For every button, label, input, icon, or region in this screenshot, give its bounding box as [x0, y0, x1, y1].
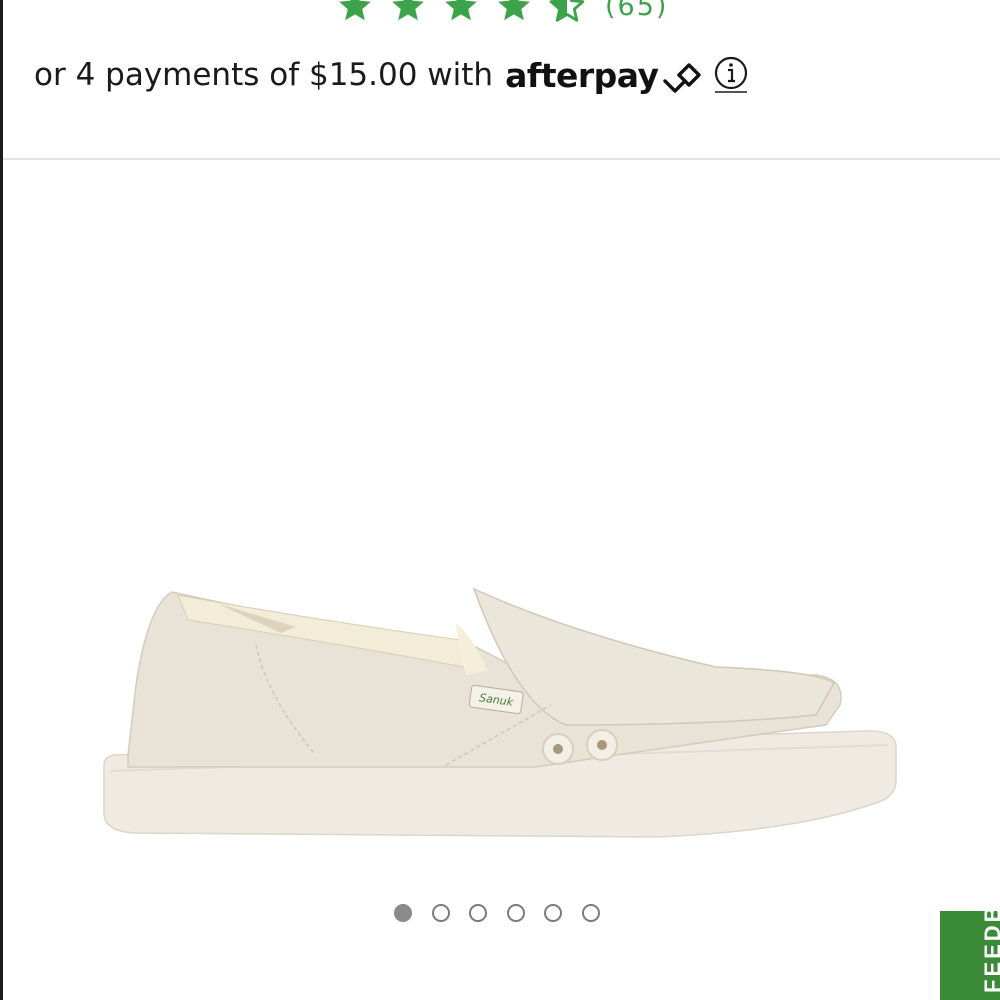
- afterpay-brand: afterpay: [505, 55, 659, 95]
- carousel-dot-4[interactable]: [506, 904, 525, 922]
- product-page: (65) or 4 payments of $15.00 with afterp…: [0, 0, 1000, 1000]
- star-full-icon: [389, 0, 427, 25]
- star-full-icon: [336, 0, 374, 25]
- left-edge-border: [0, 0, 3, 1000]
- star-half-icon: [548, 0, 586, 25]
- info-circle-icon[interactable]: [713, 55, 749, 95]
- afterpay-installments: or 4 payments of $15.00 with afterpay: [34, 52, 749, 98]
- afterpay-text: or 4 payments of $15.00 with: [34, 57, 494, 93]
- feedback-tab[interactable]: FEEDBACK: [940, 911, 1000, 1000]
- afterpay-arrows-icon: [662, 63, 701, 93]
- feedback-label: FEEDBACK: [980, 911, 1000, 993]
- carousel-dot-5[interactable]: [544, 904, 562, 922]
- carousel-dot-6[interactable]: [581, 904, 600, 922]
- carousel-dot-3[interactable]: [469, 904, 487, 922]
- section-divider: [3, 158, 1000, 160]
- review-count[interactable]: (65): [605, 0, 668, 22]
- star-full-icon: [495, 0, 533, 25]
- star-full-icon: [442, 0, 480, 25]
- carousel-dot-1[interactable]: [394, 904, 412, 922]
- carousel-pagination: [394, 904, 619, 922]
- carousel-dot-2[interactable]: [431, 904, 450, 922]
- rating-row[interactable]: (65): [336, 0, 668, 26]
- slip-on-shoe-image[interactable]: Sanuk: [96, 575, 906, 855]
